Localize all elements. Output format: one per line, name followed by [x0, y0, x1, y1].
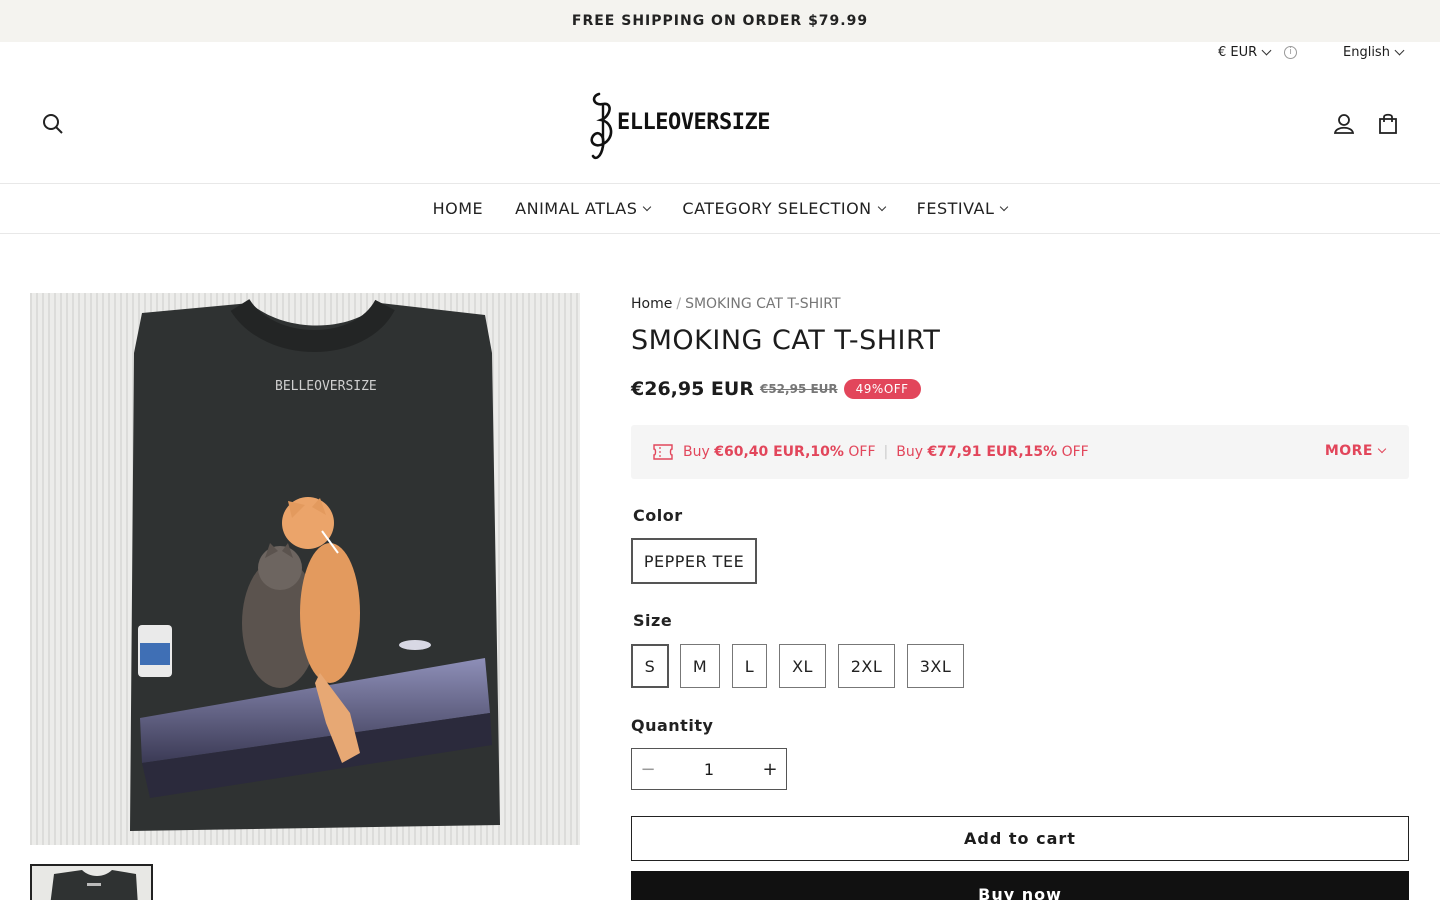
promo-amount: €77,91 EUR [927, 444, 1019, 460]
nav-festival[interactable]: FESTIVAL [916, 199, 1009, 218]
user-icon [1333, 114, 1355, 134]
color-label: Color [633, 506, 683, 525]
nav-category-selection[interactable]: CATEGORY SELECTION [682, 199, 886, 218]
promo-divider: | [883, 444, 889, 460]
discount-badge: 49%OFF [843, 379, 921, 399]
promo-percent: ,15% [1018, 444, 1058, 460]
site-header: ELLEOVERSIZE [0, 64, 1440, 184]
breadcrumb-home[interactable]: Home [631, 296, 672, 312]
shopping-bag-icon [1379, 113, 1397, 134]
add-to-cart-button[interactable]: Add to cart [631, 816, 1409, 861]
search-button[interactable] [39, 110, 67, 138]
info-icon[interactable]: i [1284, 46, 1298, 59]
promo-suffix: OFF [843, 444, 876, 460]
size-option-m[interactable]: M [680, 644, 720, 688]
compare-price: €52,95 EUR [759, 382, 838, 396]
quantity-increase-button[interactable]: + [754, 759, 786, 780]
shirt-logo-text: BELLEOVERSIZE [275, 379, 377, 394]
currency-label: € EUR [1218, 45, 1258, 60]
promo-more-label: MORE [1324, 443, 1373, 459]
chevron-down-icon [643, 202, 652, 211]
locale-bar: € EUR i English [0, 42, 1440, 64]
promo-prefix: Buy [683, 444, 715, 460]
chevron-down-icon [1377, 444, 1387, 454]
quantity-input[interactable]: 1 [664, 760, 754, 779]
price-row: €26,95 EUR €52,95 EUR 49%OFF [631, 378, 921, 400]
promo-percent: ,10% [805, 444, 844, 460]
brand-logo[interactable]: ELLEOVERSIZE [585, 86, 770, 166]
quantity-decrease-button[interactable]: − [632, 759, 664, 780]
breadcrumb-current: SMOKING CAT T-SHIRT [685, 296, 841, 312]
nav-home[interactable]: HOME [433, 199, 484, 218]
announcement-text: FREE SHIPPING ON ORDER $79.99 [571, 13, 869, 29]
size-option-2xl[interactable]: 2XL [838, 644, 895, 688]
promo-more-button[interactable]: MORE [1324, 443, 1387, 459]
size-label: Size [633, 611, 673, 630]
quantity-label: Quantity [631, 716, 714, 735]
size-option-xl[interactable]: XL [779, 644, 826, 688]
breadcrumb: Home / SMOKING CAT T-SHIRT [631, 296, 841, 312]
nav-animal-atlas[interactable]: ANIMAL ATLAS [515, 199, 652, 218]
sale-price: €26,95 EUR [631, 378, 754, 400]
language-selector[interactable]: English [1343, 45, 1405, 60]
promo-prefix: Buy [896, 444, 928, 460]
product-title: SMOKING CAT T-SHIRT [631, 325, 941, 356]
main-nav: HOME ANIMAL ATLAS CATEGORY SELECTION FES… [0, 184, 1440, 234]
size-option-l[interactable]: L [732, 644, 767, 688]
promo-suffix: OFF [1057, 444, 1089, 460]
ticket-icon [653, 444, 673, 460]
language-label: English [1343, 45, 1390, 60]
logo-text: ELLEOVERSIZE [617, 110, 770, 135]
breadcrumb-separator: / [676, 296, 682, 312]
nav-label: ANIMAL ATLAS [515, 199, 638, 218]
size-option-s[interactable]: S [631, 644, 669, 688]
product-thumbnail[interactable] [30, 864, 153, 900]
promo-tier-2: Buy €77,91 EUR,15% OFF [896, 444, 1089, 460]
nav-label: HOME [432, 199, 484, 218]
currency-selector[interactable]: € EUR i [1218, 45, 1298, 60]
promo-amount: €60,40 EUR [714, 444, 806, 460]
volume-discount-banner: Buy €60,40 EUR,10% OFF | Buy €77,91 EUR,… [631, 425, 1409, 479]
announcement-bar: FREE SHIPPING ON ORDER $79.99 [0, 0, 1440, 42]
chevron-down-icon [1000, 202, 1009, 211]
chevron-down-icon [1261, 45, 1272, 56]
product-main-image[interactable]: BELLEOVERSIZE [30, 293, 580, 845]
color-option-pepper-tee[interactable]: PEPPER TEE [631, 538, 757, 584]
nav-label: FESTIVAL [916, 199, 995, 218]
quantity-stepper: − 1 + [631, 748, 787, 790]
promo-tier-1: Buy €60,40 EUR,10% OFF [683, 444, 876, 460]
chevron-down-icon [1394, 45, 1405, 56]
account-button[interactable] [1330, 110, 1358, 138]
nav-label: CATEGORY SELECTION [682, 199, 872, 218]
chevron-down-icon [877, 202, 886, 211]
size-option-3xl[interactable]: 3XL [907, 644, 964, 688]
cart-button[interactable] [1374, 110, 1402, 138]
buy-now-button[interactable]: Buy now [631, 871, 1409, 900]
search-icon [43, 114, 63, 134]
